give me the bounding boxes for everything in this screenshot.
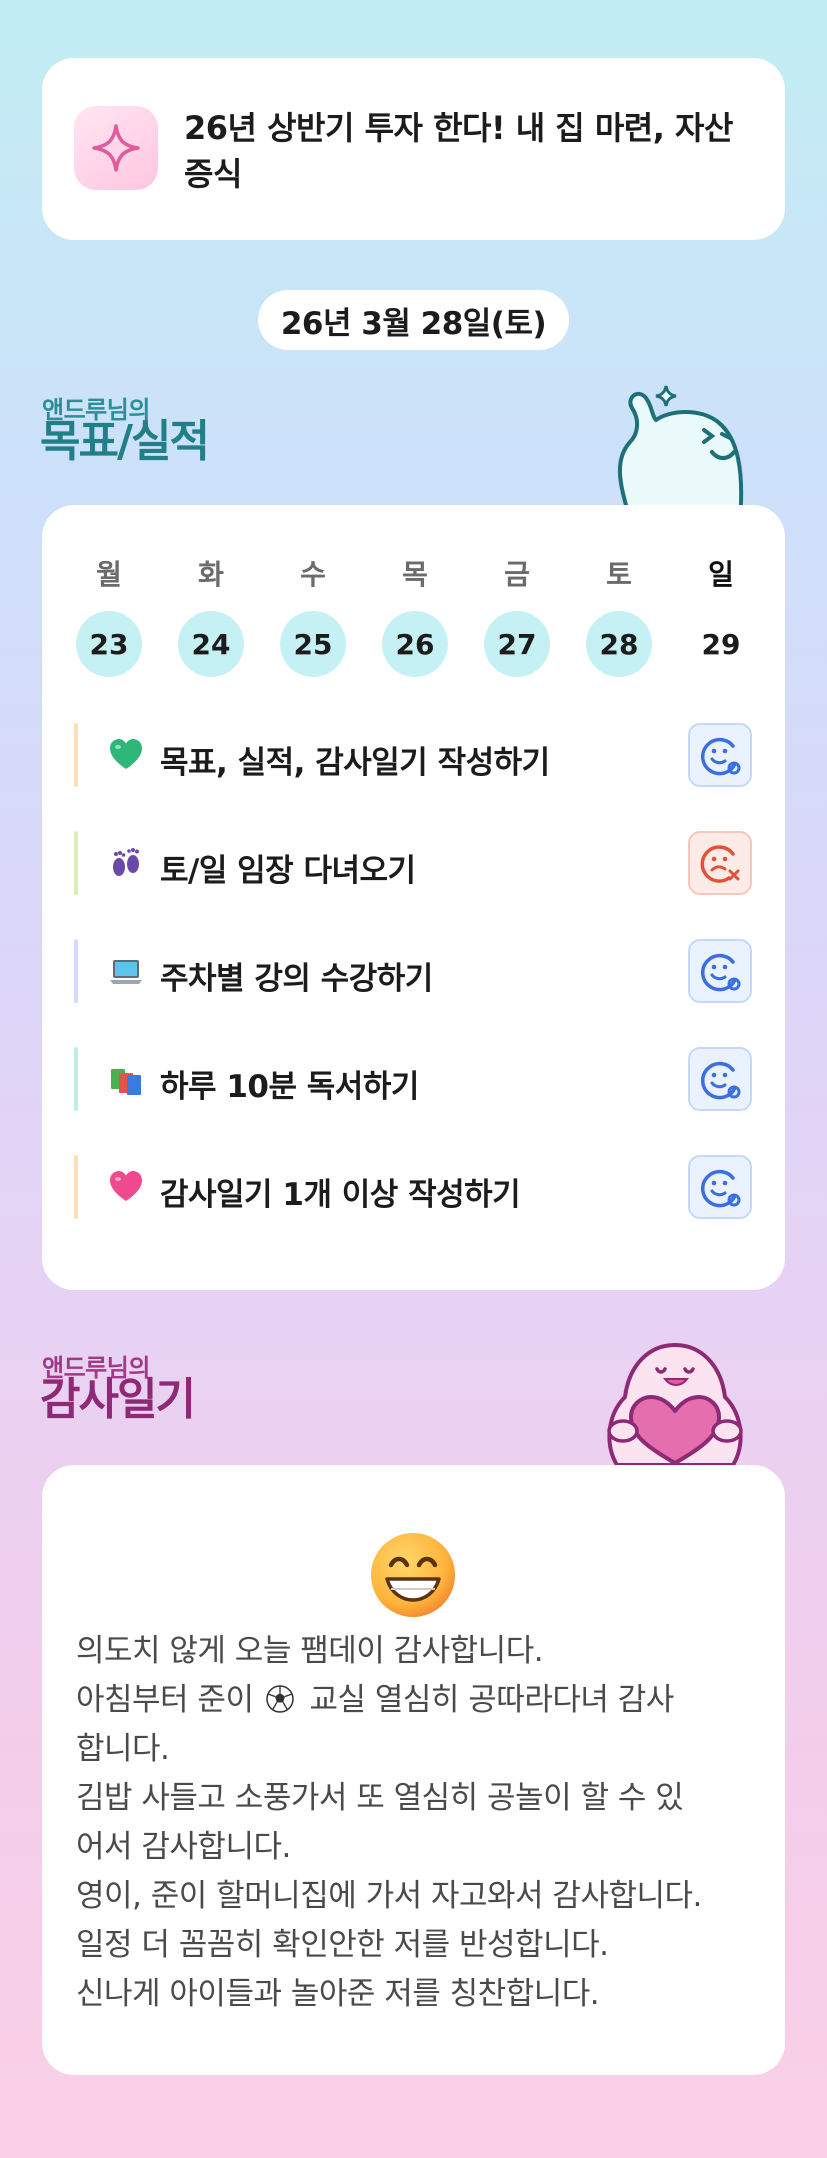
heart-mascot-icon (607, 1343, 743, 1465)
status-done-button[interactable] (688, 723, 752, 787)
day-wed[interactable]: 수 25 (278, 553, 348, 677)
diary-line: 영이, 준이 할머니집에 가서 자고와서 감사합니다. (76, 1878, 702, 1914)
diary-line: 신나게 아이들과 놀아준 저를 칭찬합니다. (76, 1976, 600, 2012)
task-item[interactable]: 감사일기 1개 이상 작성하기 (74, 1155, 752, 1219)
task-label: 목표, 실적, 감사일기 작성하기 (160, 745, 550, 781)
diary-line: 합니다. (76, 1731, 170, 1767)
day-number: 25 (280, 611, 346, 677)
diary-line: 일정 더 꼼꼼히 확인안한 저를 반성합니다. (76, 1927, 609, 1963)
day-sat[interactable]: 토 28 (584, 553, 654, 677)
day-name: 토 (606, 558, 632, 591)
task-color-bar (74, 939, 78, 1003)
smile-icon (701, 737, 741, 776)
day-name: 일 (708, 558, 734, 591)
task-item[interactable]: 목표, 실적, 감사일기 작성하기 (74, 723, 752, 787)
goal-banner[interactable]: 26년 상반기 투자 한다! 내 집 마련, 자산 증식 (42, 58, 785, 240)
diary-line-part: 아침부터 준이 (76, 1682, 254, 1718)
task-label: 토/일 임장 다녀오기 (160, 853, 416, 889)
sparkle-icon (74, 106, 158, 190)
task-color-bar (74, 1047, 78, 1111)
status-failed-button[interactable] (688, 831, 752, 895)
diary-line: 아침부터 준이 교실 열심히 공따라다녀 감사 (76, 1676, 674, 1725)
task-color-bar (74, 831, 78, 895)
diary-line: 의도치 않게 오늘 팸데이 감사합니다. (76, 1633, 544, 1669)
diary-line: 김밥 사들고 소풍가서 또 열심히 공놀이 할 수 있 (76, 1780, 684, 1816)
day-number: 24 (178, 611, 244, 677)
diary-line: 어서 감사합니다. (76, 1829, 291, 1865)
smile-icon (701, 1061, 741, 1100)
diary-line-part: 교실 열심히 공따라다녀 감사 (309, 1682, 674, 1718)
sad-face-icon (700, 845, 740, 883)
status-done-button[interactable] (688, 1047, 752, 1111)
day-name: 목 (402, 558, 428, 591)
footprints-icon (113, 848, 139, 876)
task-item[interactable]: 하루 10분 독서하기 (74, 1047, 752, 1111)
day-name: 화 (198, 558, 224, 591)
green-heart-icon (110, 739, 142, 769)
goal-text: 26년 상반기 투자 한다! 내 집 마련, 자산 증식 (184, 109, 733, 193)
status-done-button[interactable] (688, 939, 752, 1003)
task-color-bar (74, 723, 78, 787)
smile-icon (701, 953, 741, 992)
day-number: 27 (484, 611, 550, 677)
soccer-ball-icon (266, 1685, 295, 1713)
books-icon (111, 1069, 141, 1095)
day-tue[interactable]: 화 24 (176, 553, 246, 677)
day-number: 29 (701, 627, 741, 661)
grinning-face-icon (371, 1533, 455, 1617)
task-label: 하루 10분 독서하기 (160, 1069, 419, 1105)
laptop-icon (110, 960, 142, 984)
thanks-section-title: 감사일기 (40, 1374, 196, 1425)
gratitude-diary-card[interactable]: 의도치 않게 오늘 팸데이 감사합니다. 아침부터 준이 교실 열심히 공따라다… (42, 1465, 785, 2075)
day-number: 26 (382, 611, 448, 677)
task-item[interactable]: 주차별 강의 수강하기 (74, 939, 752, 1003)
day-number: 28 (586, 611, 652, 677)
task-label: 주차별 강의 수강하기 (160, 961, 433, 997)
ghost-mascot-icon (617, 385, 744, 520)
day-sun[interactable]: 일 29 (686, 553, 756, 677)
date-label[interactable]: 26년 3월 28일(토) (258, 290, 569, 350)
goals-card: 월 23 화 24 수 25 목 26 금 27 토 28 일 29 목표, 실… (42, 505, 785, 1290)
goals-section-title: 목표/실적 (40, 416, 210, 467)
day-name: 수 (300, 558, 326, 591)
task-label: 감사일기 1개 이상 작성하기 (160, 1177, 521, 1213)
day-thu[interactable]: 목 26 (380, 553, 450, 677)
pink-heart-icon (110, 1171, 142, 1201)
task-item[interactable]: 토/일 임장 다녀오기 (74, 831, 752, 895)
day-name: 금 (504, 558, 530, 591)
smile-icon (701, 1169, 741, 1208)
day-name: 월 (96, 558, 122, 591)
day-number: 23 (76, 611, 142, 677)
day-mon[interactable]: 월 23 (74, 553, 144, 677)
day-fri[interactable]: 금 27 (482, 553, 552, 677)
task-color-bar (74, 1155, 78, 1219)
status-done-button[interactable] (688, 1155, 752, 1219)
